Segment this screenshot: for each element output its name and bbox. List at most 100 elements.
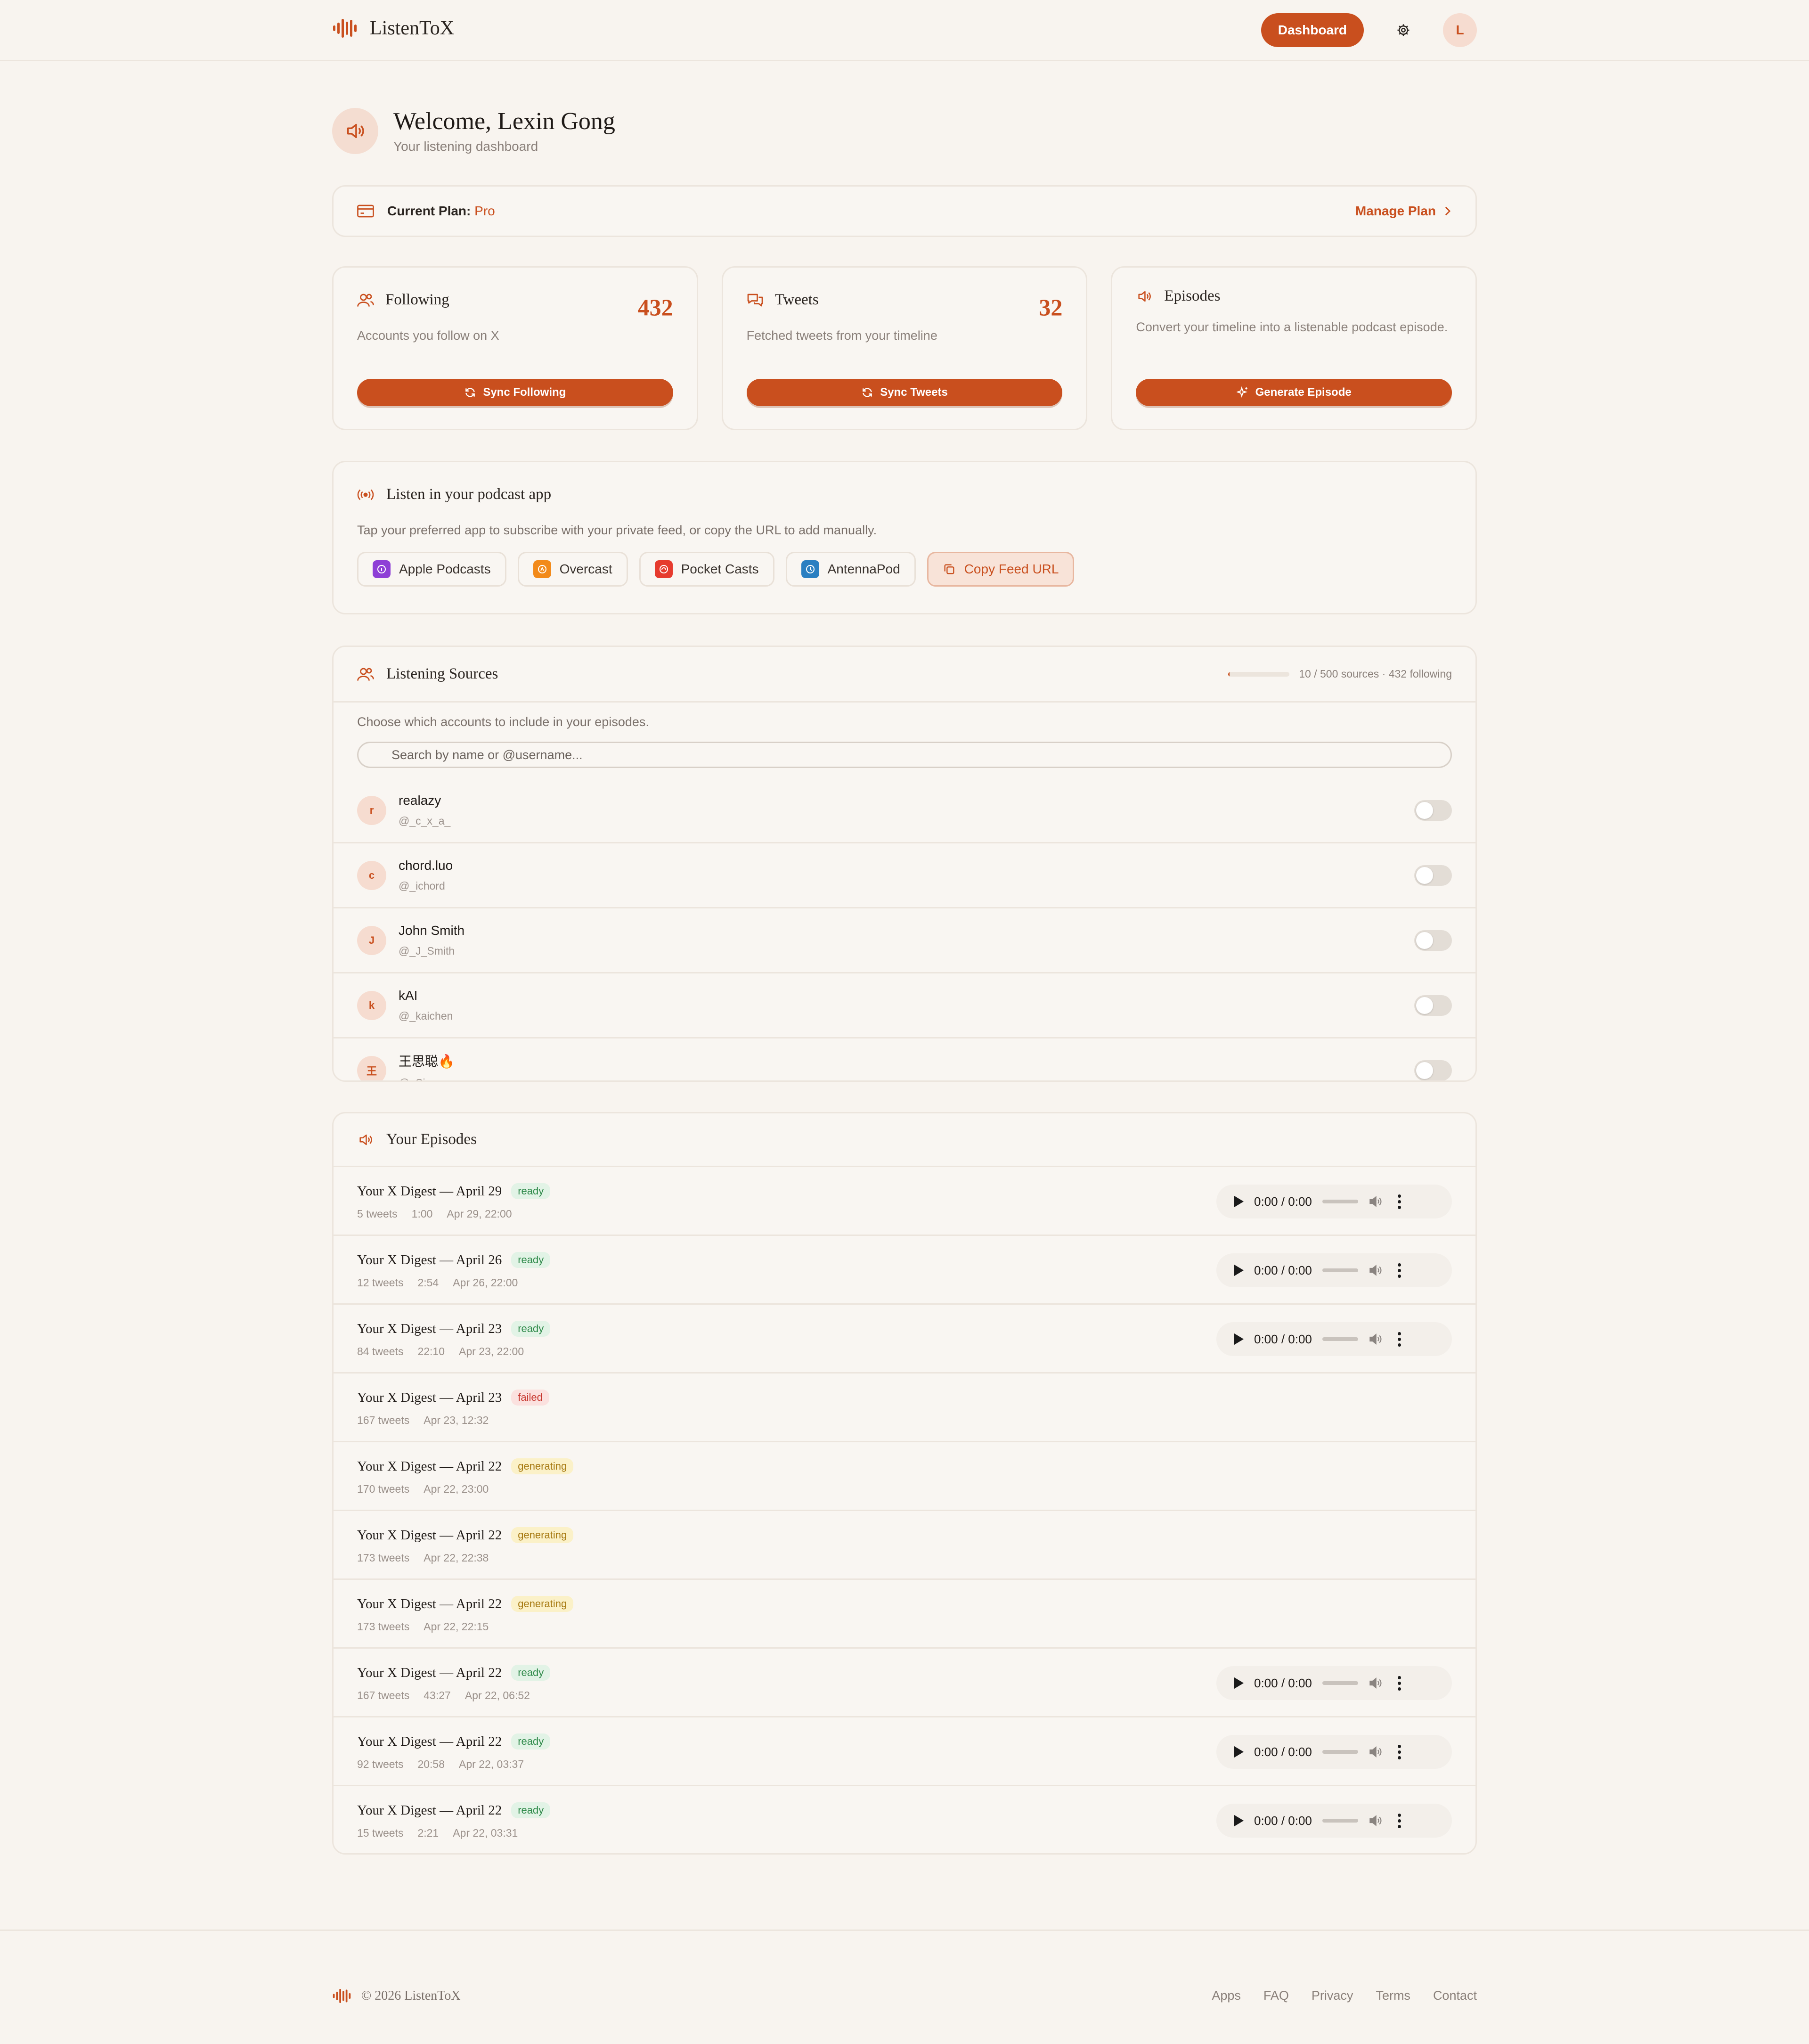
source-name: 王思聪🔥 (399, 1054, 455, 1069)
more-options-icon[interactable] (1397, 1332, 1401, 1347)
source-avatar: J (357, 925, 386, 955)
episode-tweet-count: 167 tweets (357, 1414, 410, 1426)
more-options-icon[interactable] (1397, 1194, 1401, 1209)
episode-duration: 20:58 (417, 1758, 445, 1770)
manage-plan-link[interactable]: Manage Plan (1355, 204, 1452, 219)
source-username: @_Sicong_wang (399, 1077, 481, 1080)
source-row: k kAI @_kaichen (334, 973, 1475, 1038)
listening-sources-title: Listening Sources (386, 665, 498, 682)
sparkle-icon (1236, 386, 1247, 398)
speaker-icon (347, 123, 364, 139)
footer-link-privacy[interactable]: Privacy (1312, 1988, 1353, 2003)
footer-link-apps[interactable]: Apps (1212, 1988, 1241, 2003)
sources-progress-fill (1228, 671, 1230, 677)
source-toggle[interactable] (1414, 930, 1452, 951)
source-name: John Smith (399, 923, 465, 938)
episode-date: Apr 22, 06:52 (464, 1689, 530, 1701)
episode-tweet-count: 12 tweets (357, 1276, 404, 1289)
play-icon[interactable] (1234, 1196, 1244, 1207)
play-icon[interactable] (1234, 1815, 1244, 1826)
seek-bar[interactable] (1322, 1268, 1358, 1272)
footer-link-contact[interactable]: Contact (1433, 1988, 1477, 2003)
apple-podcasts-button[interactable]: Apple Podcasts (357, 552, 506, 587)
overcast-button[interactable]: Overcast (517, 552, 628, 587)
source-toggle[interactable] (1414, 800, 1452, 821)
more-options-icon[interactable] (1397, 1813, 1401, 1828)
volume-icon[interactable] (1369, 1814, 1385, 1828)
pocket-casts-icon (654, 560, 673, 578)
episode-title: Your X Digest — April 22 (357, 1665, 502, 1680)
antennapod-button[interactable]: AntennaPod (785, 552, 916, 587)
chevron-right-icon (1445, 206, 1451, 216)
speaker-icon (359, 1134, 372, 1145)
seek-bar[interactable] (1322, 1337, 1358, 1341)
footer-link-faq[interactable]: FAQ (1263, 1988, 1289, 2003)
podcast-apps-desc: Tap your preferred app to subscribe with… (357, 523, 877, 537)
overcast-label: Overcast (559, 562, 612, 576)
episode-row: Your X Digest — April 22 generating 173 tw… (334, 1511, 1475, 1580)
volume-icon[interactable] (1369, 1745, 1385, 1759)
audio-player: 0:00 / 0:00 (1216, 1666, 1452, 1700)
play-icon[interactable] (1234, 1746, 1244, 1758)
generate-episode-button[interactable]: Generate Episode (1136, 379, 1452, 406)
dashboard-button[interactable]: Dashboard (1261, 13, 1364, 47)
pocket-casts-button[interactable]: Pocket Casts (639, 552, 774, 587)
sync-following-button[interactable]: Sync Following (357, 379, 673, 406)
copy-feed-url-button[interactable]: Copy Feed URL (927, 552, 1075, 587)
more-options-icon[interactable] (1397, 1676, 1401, 1691)
source-row: J John Smith @_J_Smith (334, 908, 1475, 973)
episode-tweet-count: 170 tweets (357, 1483, 410, 1495)
your-episodes-title: Your Episodes (386, 1131, 477, 1148)
more-options-icon[interactable] (1397, 1744, 1401, 1759)
audio-player: 0:00 / 0:00 (1216, 1185, 1452, 1218)
source-row: r realazy @_c_x_a_ (334, 778, 1475, 843)
player-time: 0:00 / 0:00 (1254, 1194, 1312, 1209)
status-badge: ready (511, 1733, 551, 1750)
volume-icon[interactable] (1369, 1332, 1385, 1346)
plan-value: Pro (474, 204, 495, 218)
source-search-input[interactable] (391, 747, 1450, 762)
volume-icon[interactable] (1369, 1263, 1385, 1277)
tweets-title: Tweets (774, 291, 819, 308)
seek-bar[interactable] (1322, 1750, 1358, 1754)
episode-title: Your X Digest — April 29 (357, 1183, 502, 1199)
more-options-icon[interactable] (1397, 1263, 1401, 1278)
following-card: Following 432 Accounts you follow on X S… (332, 266, 698, 430)
source-row: 王 王思聪🔥 @_Sicong_wang (334, 1038, 1475, 1080)
source-toggle[interactable] (1414, 995, 1452, 1016)
sync-following-label: Sync Following (483, 386, 566, 399)
episode-title: Your X Digest — April 23 (357, 1321, 502, 1336)
seek-bar[interactable] (1322, 1681, 1358, 1685)
sync-tweets-button[interactable]: Sync Tweets (746, 379, 1063, 406)
refresh-icon (465, 388, 475, 397)
source-search-field[interactable] (357, 742, 1452, 768)
brand[interactable]: ListenToX (332, 17, 454, 40)
episode-date: Apr 22, 23:00 (424, 1483, 489, 1495)
status-badge: ready (511, 1321, 551, 1337)
episode-date: Apr 23, 12:32 (424, 1414, 489, 1426)
source-toggle[interactable] (1414, 1060, 1452, 1080)
settings-button[interactable] (1386, 13, 1420, 47)
episode-title: Your X Digest — April 22 (357, 1596, 502, 1611)
source-toggle[interactable] (1414, 865, 1452, 886)
tweets-desc: Fetched tweets from your timeline (746, 328, 937, 343)
play-icon[interactable] (1234, 1265, 1244, 1276)
manage-plan-label: Manage Plan (1355, 204, 1436, 218)
podcast-apps-card: Listen in your podcast app Tap your pref… (332, 461, 1477, 614)
footer-link-terms[interactable]: Terms (1376, 1988, 1410, 2003)
play-icon[interactable] (1234, 1677, 1244, 1689)
user-avatar[interactable]: L (1443, 13, 1477, 47)
copy-feed-url-label: Copy Feed URL (964, 562, 1059, 576)
seek-bar[interactable] (1322, 1819, 1358, 1823)
audio-player: 0:00 / 0:00 (1216, 1322, 1452, 1356)
welcome-section: Welcome, Lexin Gong Your listening dashb… (332, 107, 1477, 155)
seek-bar[interactable] (1322, 1200, 1358, 1203)
brand-name: ListenToX (370, 17, 455, 39)
episode-duration: 43:27 (424, 1689, 451, 1701)
volume-icon[interactable] (1369, 1676, 1385, 1690)
source-avatar: r (357, 795, 386, 825)
volume-icon[interactable] (1369, 1194, 1385, 1209)
generate-episode-label: Generate Episode (1255, 386, 1352, 399)
episode-date: Apr 29, 22:00 (447, 1208, 512, 1220)
play-icon[interactable] (1234, 1333, 1244, 1345)
